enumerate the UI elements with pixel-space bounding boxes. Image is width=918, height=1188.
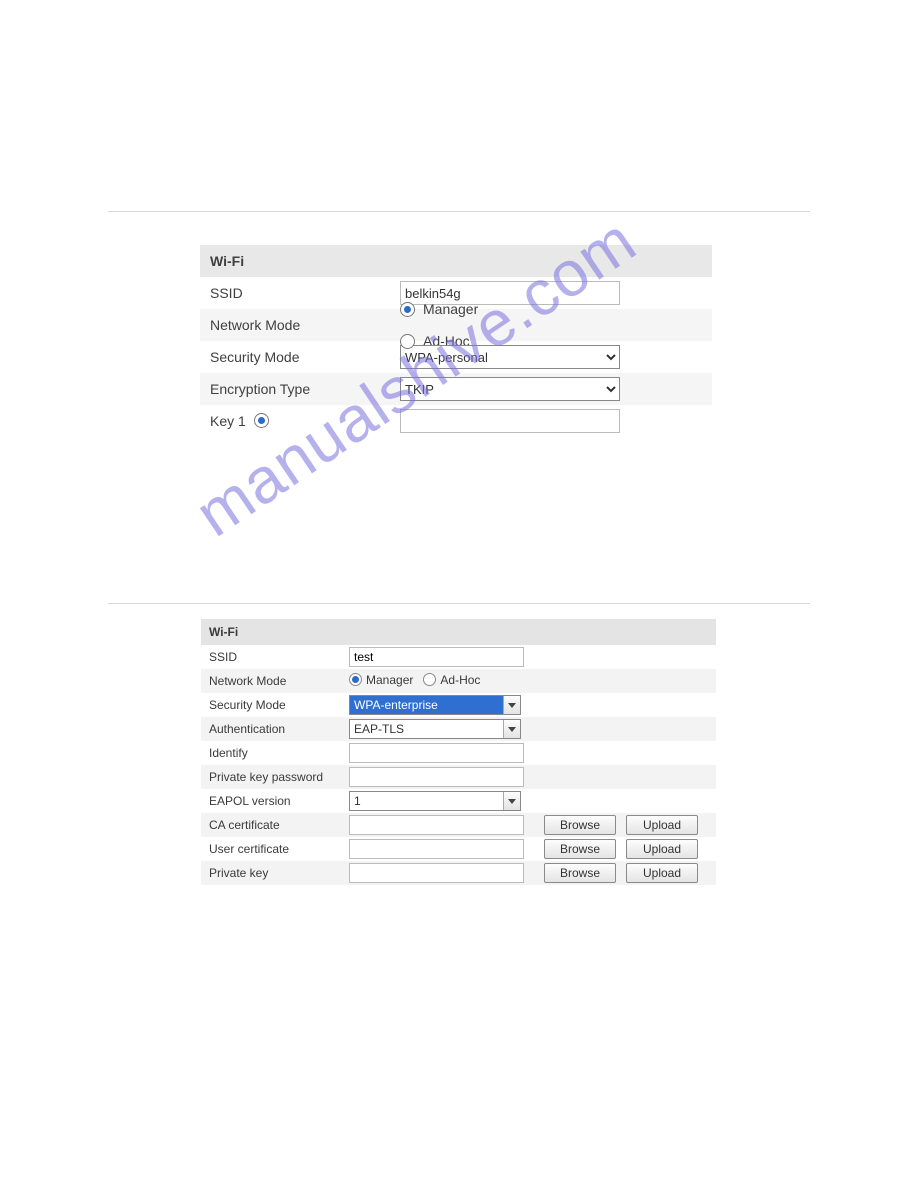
user-certificate-input[interactable] — [349, 839, 524, 859]
eapol-version-label: EAPOL version — [201, 794, 349, 808]
user-cert-upload-button[interactable]: Upload — [626, 839, 698, 859]
security-mode-label: Security Mode — [200, 349, 400, 365]
network-mode-label: Network Mode — [201, 674, 349, 688]
encryption-type-select[interactable]: TKIP — [400, 377, 620, 401]
radio-on-icon — [400, 302, 415, 317]
panel-title: Wi-Fi — [200, 245, 712, 277]
panel-title: Wi-Fi — [201, 619, 716, 645]
key1-radio-icon[interactable] — [254, 413, 269, 428]
encryption-type-label: Encryption Type — [200, 381, 400, 397]
radio-label: Ad-Hoc — [440, 673, 480, 687]
network-mode-manager-radio[interactable]: Manager — [400, 301, 712, 317]
private-key-input[interactable] — [349, 863, 524, 883]
key1-input[interactable] — [400, 409, 620, 433]
network-mode-manager-radio[interactable]: Manager — [349, 673, 413, 687]
wifi-enterprise-panel: Wi-Fi SSID Network Mode Manager Ad-Hoc S… — [201, 619, 716, 885]
private-key-label: Private key — [201, 866, 349, 880]
network-mode-label: Network Mode — [200, 317, 400, 333]
user-certificate-label: User certificate — [201, 842, 349, 856]
chevron-down-icon — [503, 696, 520, 714]
identify-label: Identify — [201, 746, 349, 760]
user-cert-browse-button[interactable]: Browse — [544, 839, 616, 859]
security-mode-select[interactable]: WPA-enterprise — [349, 695, 521, 715]
key1-label: Key 1 — [200, 413, 400, 429]
private-key-browse-button[interactable]: Browse — [544, 863, 616, 883]
ssid-input[interactable] — [349, 647, 524, 667]
identify-input[interactable] — [349, 743, 524, 763]
ca-browse-button[interactable]: Browse — [544, 815, 616, 835]
private-key-upload-button[interactable]: Upload — [626, 863, 698, 883]
authentication-select[interactable]: EAP-TLS — [349, 719, 521, 739]
radio-off-icon — [423, 673, 436, 686]
eapol-version-select[interactable]: 1 — [349, 791, 521, 811]
radio-label: Manager — [423, 301, 478, 317]
radio-off-icon — [400, 334, 415, 349]
chevron-down-icon — [503, 720, 520, 738]
ssid-label: SSID — [200, 285, 400, 301]
private-key-password-label: Private key password — [201, 770, 349, 784]
security-mode-select[interactable]: WPA-personal — [400, 345, 620, 369]
radio-label: Manager — [366, 673, 413, 687]
security-mode-label: Security Mode — [201, 698, 349, 712]
ca-upload-button[interactable]: Upload — [626, 815, 698, 835]
radio-on-icon — [349, 673, 362, 686]
network-mode-adhoc-radio[interactable]: Ad-Hoc — [423, 673, 480, 687]
chevron-down-icon — [503, 792, 520, 810]
ca-certificate-label: CA certificate — [201, 818, 349, 832]
wifi-personal-panel: Wi-Fi SSID Network Mode Manager Ad-Hoc — [200, 245, 712, 437]
authentication-label: Authentication — [201, 722, 349, 736]
private-key-password-input[interactable] — [349, 767, 524, 787]
ca-certificate-input[interactable] — [349, 815, 524, 835]
ssid-label: SSID — [201, 650, 349, 664]
